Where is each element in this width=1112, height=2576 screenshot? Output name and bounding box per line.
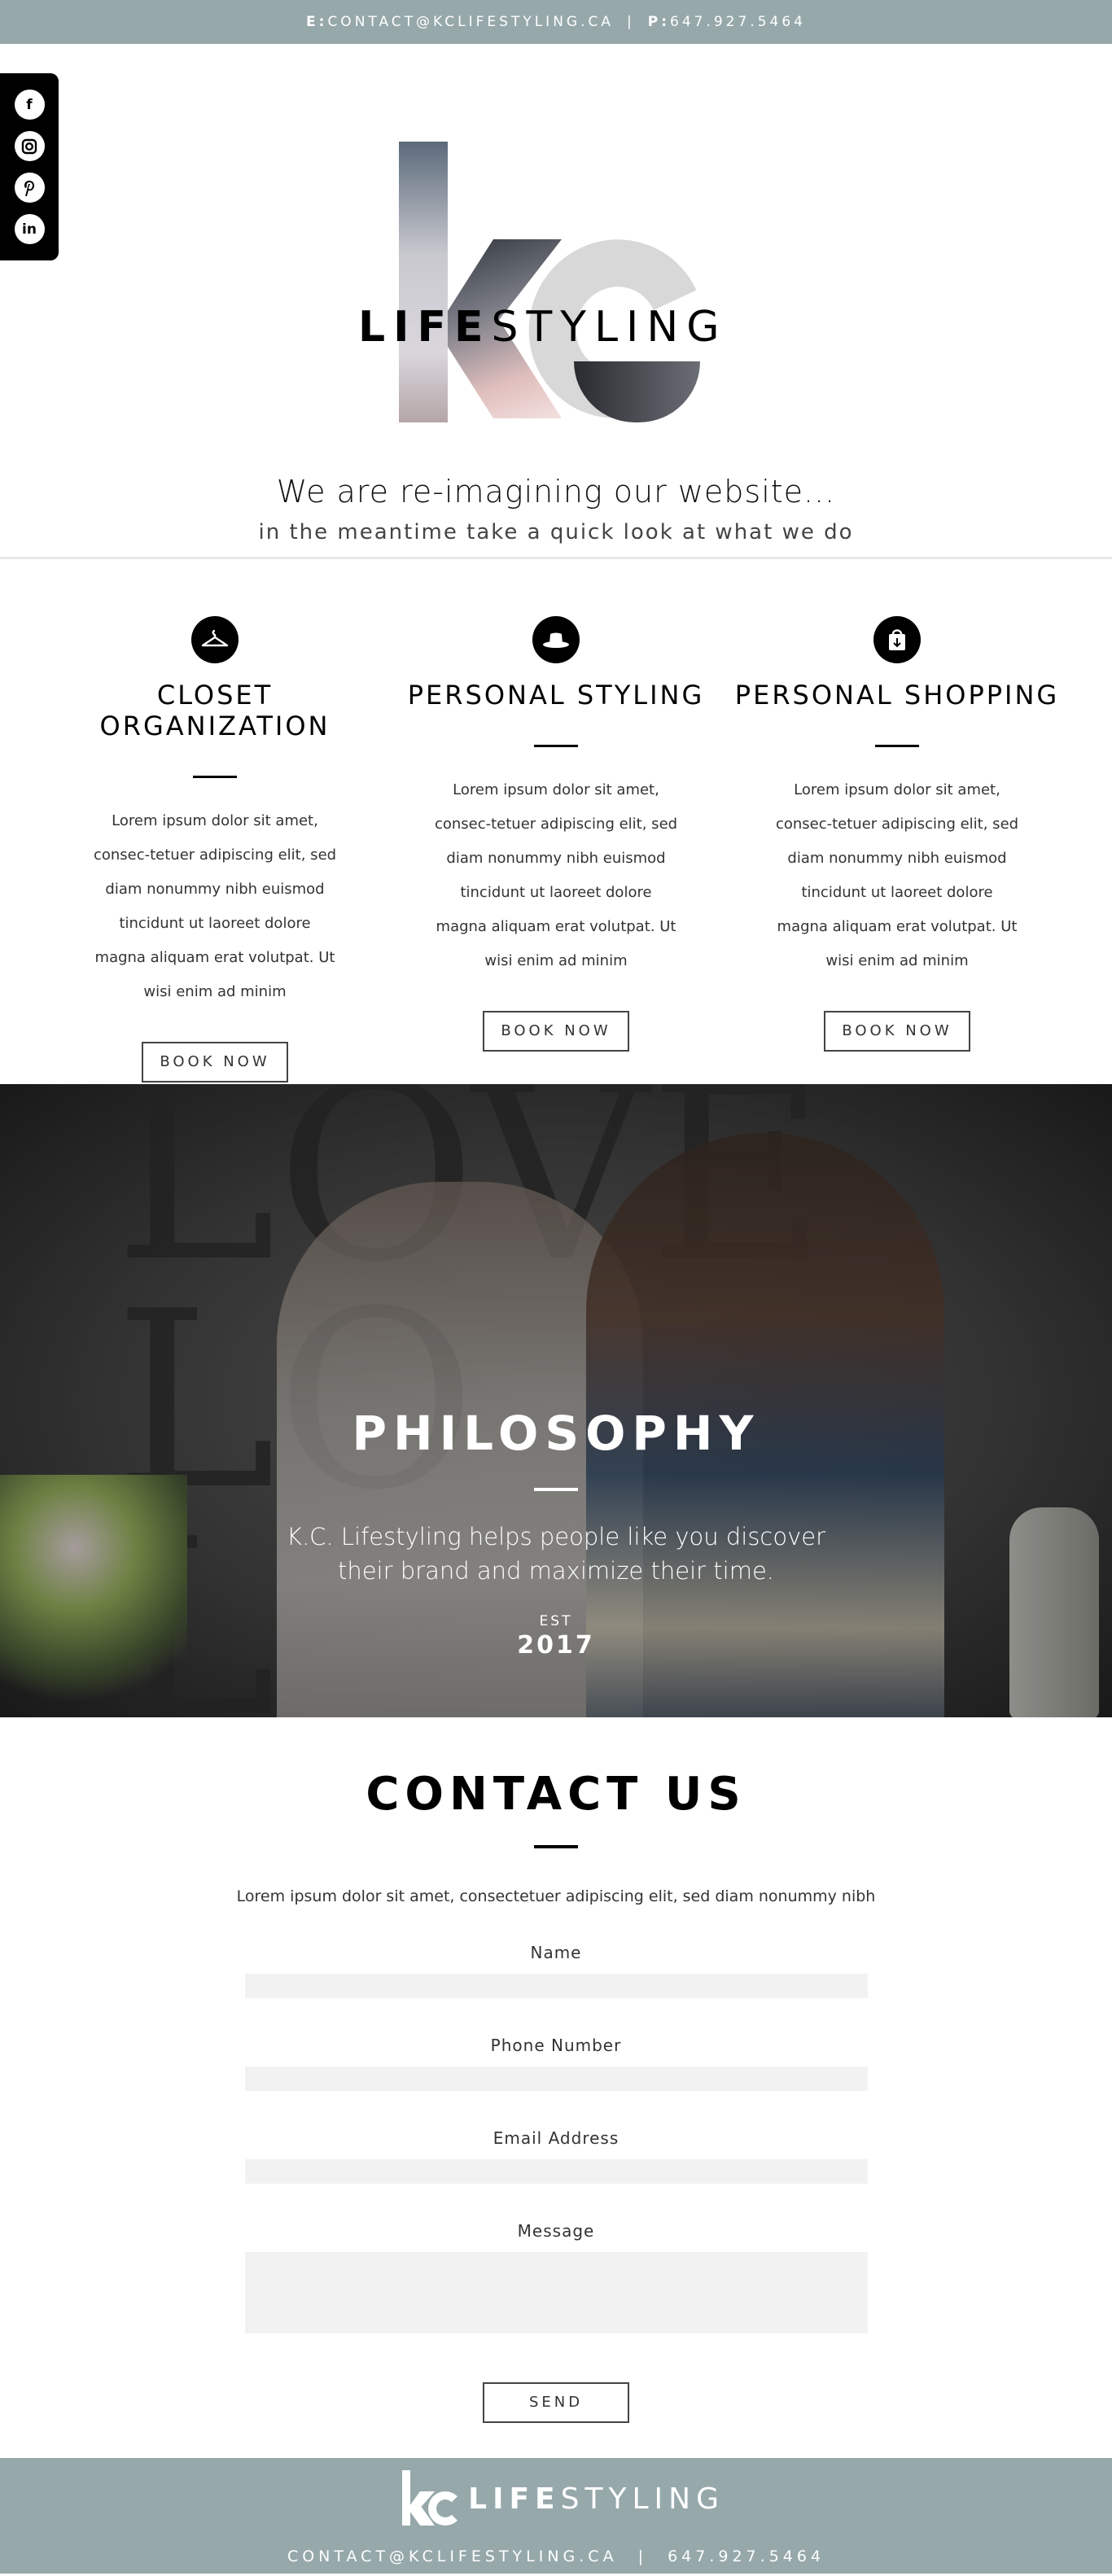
footer-separator: |	[637, 2548, 648, 2565]
service-personal-shopping: PERSONAL SHOPPING Lorem ipsum dolor sit …	[726, 559, 1068, 1052]
philosophy-text: K.C. Lifestyling helps people like you d…	[0, 1520, 1112, 1588]
footer-wordmark: LIFESTYLING	[468, 2482, 725, 2516]
phone-prefix: P:	[647, 14, 670, 30]
philosophy-title: PHILOSOPHY	[352, 1406, 760, 1461]
service-title: CLOSET ORGANIZATION	[99, 680, 331, 741]
footer-word-bold: LIFE	[468, 2482, 561, 2516]
book-now-button[interactable]: BOOK NOW	[483, 1011, 629, 1052]
kc-lifestyling-logo[interactable]: LIFESTYLING	[358, 142, 749, 444]
philosophy-line-2: their brand and maximize their time.	[337, 1557, 775, 1585]
kc-monogram	[399, 142, 730, 444]
separator: |	[627, 14, 635, 30]
footer-email-link[interactable]: CONTACT@KCLIFESTYLING.CA	[287, 2548, 618, 2565]
hat-icon	[532, 616, 580, 663]
est-label: EST	[539, 1613, 573, 1629]
name-field[interactable]	[244, 1974, 868, 1998]
email-label: Email Address	[493, 2128, 619, 2148]
title-underline	[875, 745, 919, 747]
service-closet-organization: CLOSET ORGANIZATION Lorem ipsum dolor si…	[44, 559, 386, 1082]
hero-section: LIFESTYLING We are re-imagining our webs…	[0, 44, 1112, 557]
book-now-button[interactable]: BOOK NOW	[824, 1011, 970, 1052]
footer-c-shape	[428, 2491, 462, 2526]
phone-label: Phone Number	[490, 2036, 622, 2055]
footer-k-stem	[402, 2470, 410, 2526]
contact-intro: Lorem ipsum dolor sit amet, consectetuer…	[236, 1887, 876, 1905]
services-section: CLOSET ORGANIZATION Lorem ipsum dolor si…	[0, 559, 1112, 1084]
service-description: Lorem ipsum dolor sit amet, consec-tetue…	[775, 781, 1019, 969]
title-underline	[193, 776, 237, 778]
footer-contact: CONTACT@KCLIFESTYLING.CA | 647.927.5464	[0, 2548, 1112, 2565]
logo-wordmark: LIFESTYLING	[358, 303, 749, 352]
hat-glyph	[543, 632, 569, 648]
footer-logo[interactable]: LIFESTYLING	[399, 2466, 725, 2531]
service-title: PERSONAL SHOPPING	[734, 680, 1060, 711]
send-button[interactable]: SEND	[483, 2382, 629, 2423]
book-now-button[interactable]: BOOK NOW	[142, 1042, 288, 1082]
phone-link[interactable]: 647.927.5464	[670, 14, 806, 30]
hero-tagline: We are re-imagining our website...	[276, 474, 836, 510]
philosophy-line-1: K.C. Lifestyling helps people like you d…	[286, 1523, 826, 1550]
message-field[interactable]	[244, 2252, 868, 2333]
phone-field[interactable]	[244, 2066, 868, 2091]
contact-underline	[534, 1845, 578, 1848]
contact-title: CONTACT US	[366, 1768, 746, 1821]
footer-kc-monogram	[399, 2470, 462, 2527]
philosophy-underline	[534, 1488, 578, 1491]
logo-word-bold: LIFE	[358, 303, 492, 352]
shopping-bag-glyph	[889, 629, 905, 650]
shopping-bag-icon	[873, 616, 921, 663]
hero-subtagline: in the meantime take a quick look at wha…	[258, 520, 854, 545]
footer: LIFESTYLING CONTACT@KCLIFESTYLING.CA | 6…	[0, 2458, 1112, 2574]
email-field[interactable]	[244, 2159, 868, 2184]
hanger-icon	[191, 616, 239, 663]
k-stem	[399, 142, 448, 422]
title-underline	[534, 745, 578, 747]
name-label: Name	[530, 1943, 582, 1962]
top-contact-bar: E: CONTACT@KCLIFESTYLING.CA | P: 647.927…	[0, 0, 1112, 44]
philosophy-section: LOVELOL PHILOSOPHY K.C. Lifestyling help…	[0, 1084, 1112, 1717]
email-link[interactable]: CONTACT@KCLIFESTYLING.CA	[327, 14, 614, 30]
hanger-glyph	[201, 629, 229, 647]
footer-word-light: STYLING	[560, 2482, 725, 2516]
email-prefix: E:	[306, 14, 328, 30]
contact-section: CONTACT US Lorem ipsum dolor sit amet, c…	[0, 1717, 1112, 2458]
est-year: 2017	[517, 1631, 595, 1660]
service-personal-styling: PERSONAL STYLING Lorem ipsum dolor sit a…	[385, 559, 727, 1052]
message-label: Message	[517, 2221, 595, 2241]
service-title: PERSONAL STYLING	[407, 680, 705, 711]
footer-phone-link[interactable]: 647.927.5464	[668, 2548, 825, 2565]
logo-word-light: STYLING	[491, 303, 728, 352]
service-description: Lorem ipsum dolor sit amet, consec-tetue…	[434, 781, 678, 969]
service-description: Lorem ipsum dolor sit amet, consec-tetue…	[93, 812, 337, 1000]
